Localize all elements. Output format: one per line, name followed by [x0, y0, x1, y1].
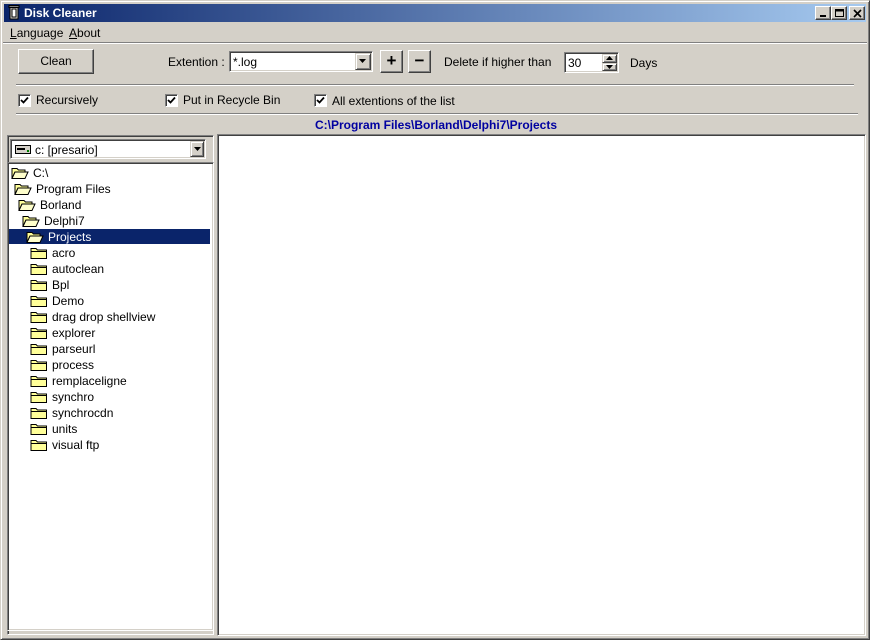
tree-node-label: acro	[52, 246, 76, 260]
recycle-bin-label: Put in Recycle Bin	[183, 93, 281, 107]
days-down-button[interactable]	[602, 63, 617, 71]
tree-node-label: explorer	[52, 326, 96, 340]
tree-node[interactable]: process	[30, 357, 208, 373]
minimize-icon	[820, 15, 826, 17]
extension-combobox[interactable]: *.log	[229, 51, 373, 72]
delete-threshold-label: Delete if higher than	[444, 55, 552, 69]
tree-node-label: visual ftp	[52, 438, 100, 452]
tree-node[interactable]: Borland	[18, 197, 208, 213]
folder-icon	[30, 438, 48, 455]
menu-language[interactable]: Language	[10, 26, 63, 40]
tree-node[interactable]: synchrocdn	[30, 405, 208, 421]
tree-node[interactable]: Projects	[26, 229, 208, 245]
window-title: Disk Cleaner	[24, 6, 97, 20]
menu-about[interactable]: About	[69, 26, 100, 40]
all-extensions-label: All extentions of the list	[332, 94, 455, 108]
close-button[interactable]	[849, 6, 865, 20]
tree-node-label: remplaceligne	[52, 374, 127, 388]
maximize-icon	[835, 9, 844, 17]
chevron-down-icon	[194, 147, 201, 151]
tree-node-label: Delphi7	[44, 214, 85, 228]
drive-value: c: [presario]	[35, 143, 98, 157]
tree-node[interactable]: C:\	[11, 165, 208, 181]
checkmark-icon	[316, 96, 325, 104]
tree-node[interactable]: Program Files	[14, 181, 208, 197]
chevron-down-icon	[359, 59, 366, 63]
tree-node-label: process	[52, 358, 95, 372]
tree-node[interactable]: acro	[30, 245, 208, 261]
tree-node[interactable]: synchro	[30, 389, 208, 405]
tree-node-label: Demo	[52, 294, 85, 308]
tree-node-label: synchro	[52, 390, 95, 404]
tree-node[interactable]: Delphi7	[22, 213, 208, 229]
extension-dropdown-button[interactable]	[355, 53, 371, 70]
recursively-checkbox[interactable]	[18, 94, 31, 107]
folder-tree[interactable]: C:\ Program Files Borland Delphi7 Projects ac…	[7, 162, 214, 631]
days-spinner[interactable]: 30	[564, 52, 619, 73]
tree-node-label: Borland	[40, 198, 82, 212]
arrow-up-icon	[606, 56, 613, 60]
title-bar[interactable]: Disk Cleaner	[4, 4, 866, 22]
all-extensions-checkbox[interactable]	[314, 94, 327, 107]
minimize-button[interactable]	[815, 6, 831, 20]
tree-node-label: Projects	[48, 230, 92, 244]
tree-node[interactable]: explorer	[30, 325, 208, 341]
add-extension-button[interactable]: +	[380, 50, 403, 73]
menu-bar: Language About	[4, 23, 866, 42]
menu-separator	[3, 42, 867, 44]
drive-icon	[15, 145, 31, 154]
arrow-down-icon	[606, 65, 613, 69]
recycle-bin-checkbox[interactable]	[165, 94, 178, 107]
options-separator	[16, 113, 858, 115]
tree-node[interactable]: parseurl	[30, 341, 208, 357]
maximize-button[interactable]	[831, 6, 847, 20]
tree-node-label: parseurl	[52, 342, 96, 356]
tree-node[interactable]: Bpl	[30, 277, 208, 293]
drive-dropdown-button[interactable]	[190, 141, 204, 157]
tree-node-label: Bpl	[52, 278, 70, 292]
close-icon	[853, 9, 862, 18]
app-window: Disk Cleaner Language About Clean Extent…	[0, 0, 870, 640]
tree-node-label: Program Files	[36, 182, 111, 196]
tree-node[interactable]: visual ftp	[30, 437, 208, 453]
extension-value: *.log	[233, 55, 258, 69]
tree-node[interactable]: drag drop shellview	[30, 309, 208, 325]
clean-button[interactable]: Clean	[18, 49, 94, 74]
extension-label: Extention :	[168, 55, 225, 69]
days-up-button[interactable]	[602, 54, 617, 63]
tree-node-label: C:\	[33, 166, 49, 180]
tree-node[interactable]: autoclean	[30, 261, 208, 277]
tree-node-label: synchrocdn	[52, 406, 114, 420]
file-list-panel[interactable]	[217, 134, 866, 636]
toolbar-separator	[16, 84, 854, 86]
tree-node-label: autoclean	[52, 262, 105, 276]
days-label: Days	[630, 56, 658, 70]
tree-node[interactable]: remplaceligne	[30, 373, 208, 389]
tree-node[interactable]: Demo	[30, 293, 208, 309]
checkmark-icon	[167, 96, 176, 104]
current-path: C:\Program Files\Borland\Delphi7\Project…	[314, 118, 558, 132]
recursively-label: Recursively	[36, 93, 99, 107]
days-value: 30	[568, 56, 582, 70]
drive-combobox[interactable]: c: [presario]	[10, 139, 206, 159]
checkmark-icon	[20, 96, 29, 104]
tree-node[interactable]: units	[30, 421, 208, 437]
remove-extension-button[interactable]: −	[408, 50, 431, 73]
tree-node-label: drag drop shellview	[52, 310, 156, 324]
app-icon	[8, 5, 20, 20]
tree-node-label: units	[52, 422, 78, 436]
